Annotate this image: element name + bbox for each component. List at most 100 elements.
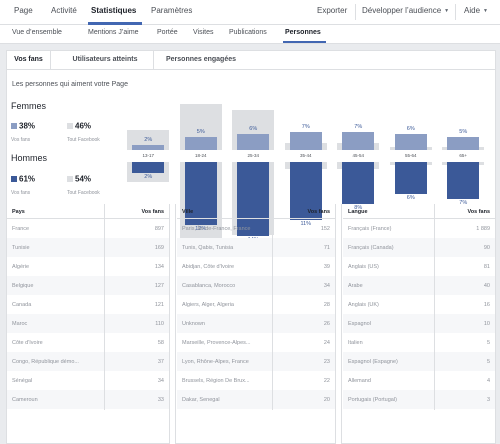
tab-utilisateurs-atteints[interactable]: Utilisateurs atteints bbox=[57, 51, 153, 69]
countries-table: Pays Vos fans France 897 Tunisie 169 Algérie 13… bbox=[7, 204, 169, 410]
nav-parametres[interactable]: Paramètres bbox=[151, 6, 192, 15]
row-name: Arabe bbox=[348, 283, 363, 289]
row-fans-count: 24 bbox=[323, 340, 330, 346]
table-row: Sénégal 34 bbox=[7, 371, 169, 390]
men-label: Hommes bbox=[11, 153, 48, 163]
table-header: Langue Vos fans bbox=[343, 204, 495, 219]
table-divider bbox=[335, 204, 342, 444]
column-header-fans[interactable]: Vos fans bbox=[307, 209, 330, 215]
men-fans-bar[interactable] bbox=[342, 162, 375, 205]
row-fans-count: 33 bbox=[157, 397, 164, 403]
row-name: Tunis, Qabis, Tunisia bbox=[182, 245, 234, 251]
men-fans-caption: Vos fans bbox=[11, 190, 31, 196]
table-row: Abidjan, Côte d'Ivoire 39 bbox=[177, 257, 335, 276]
row-fans-count: 5 bbox=[486, 359, 490, 365]
column-divider bbox=[272, 204, 273, 410]
row-name: Espagnol bbox=[348, 321, 371, 327]
row-fans-count: 34 bbox=[323, 283, 330, 289]
tab-vos-fans[interactable]: Vos fans bbox=[7, 51, 51, 69]
languages-table: Langue Vos fans Français (France) 1 889 Fran… bbox=[343, 204, 495, 410]
column-header-name[interactable]: Langue bbox=[348, 209, 368, 215]
row-fans-count: 121 bbox=[154, 302, 164, 308]
table-row: Lyon, Rhône-Alpes, France 23 bbox=[177, 352, 335, 371]
table-row: Canada 121 bbox=[7, 295, 169, 314]
age-group-label: 45-54 bbox=[352, 153, 364, 158]
men-fans-value-label: 6% bbox=[406, 194, 415, 201]
subnav-visites[interactable]: Visites bbox=[193, 29, 214, 36]
developper-audience-menu[interactable]: Développer l’audience ▼ bbox=[362, 6, 449, 15]
row-name: Lyon, Rhône-Alpes, France bbox=[182, 359, 249, 365]
row-name: Marseille, Provence-Alpes... bbox=[182, 340, 251, 346]
women-fans-value-label: 5% bbox=[459, 128, 468, 135]
aide-label: Aide bbox=[464, 6, 481, 15]
nav-page[interactable]: Page bbox=[14, 6, 33, 15]
table-row: Unknown 26 bbox=[177, 314, 335, 333]
row-name: Allemand bbox=[348, 378, 371, 384]
table-header: Pays Vos fans bbox=[7, 204, 169, 219]
row-fans-count: 3 bbox=[486, 397, 490, 403]
table-row: Congo, République démo... 37 bbox=[7, 352, 169, 371]
row-fans-count: 110 bbox=[155, 321, 164, 327]
women-fans-value-label: 5% bbox=[196, 128, 205, 135]
nav-statistiques[interactable]: Statistiques bbox=[91, 6, 136, 15]
row-name: Dakar, Senegal bbox=[182, 397, 220, 403]
women-fans-bar[interactable] bbox=[447, 136, 480, 150]
table-row: Français (Canada) 90 bbox=[343, 238, 495, 257]
row-fans-count: 22 bbox=[323, 378, 330, 384]
men-fans-bar[interactable] bbox=[132, 162, 165, 173]
women-fans-bar[interactable] bbox=[342, 131, 375, 150]
table-row: Algérie 134 bbox=[7, 257, 169, 276]
women-fans-legend: 38% Vos fans bbox=[11, 117, 35, 143]
women-facebook-swatch bbox=[67, 122, 73, 129]
column-header-name[interactable]: Ville bbox=[182, 209, 193, 215]
row-fans-count: 39 bbox=[323, 264, 330, 270]
table-row: Allemand 4 bbox=[343, 371, 495, 390]
subnav-publications[interactable]: Publications bbox=[229, 29, 267, 36]
men-fans-legend: 61% Vos fans bbox=[11, 170, 35, 196]
women-fans-bar[interactable] bbox=[184, 136, 217, 150]
row-name: Portugais (Portugal) bbox=[348, 397, 397, 403]
subnav-portee[interactable]: Portée bbox=[157, 29, 178, 36]
women-fans-value-label: 6% bbox=[406, 126, 415, 133]
subnav-mentions-jaime[interactable]: Mentions J’aime bbox=[88, 29, 139, 36]
table-header: Ville Vos fans bbox=[177, 204, 335, 219]
row-fans-count: 127 bbox=[154, 283, 164, 289]
table-row: Maroc 110 bbox=[7, 314, 169, 333]
developper-audience-label: Développer l’audience bbox=[362, 6, 442, 15]
women-fans-bar[interactable] bbox=[237, 134, 270, 150]
aide-menu[interactable]: Aide ▼ bbox=[464, 6, 488, 15]
row-fans-count: 4 bbox=[486, 378, 490, 384]
men-fans-bar[interactable] bbox=[447, 162, 480, 199]
row-name: Canada bbox=[12, 302, 32, 308]
women-facebook-pct: 46% bbox=[75, 121, 92, 131]
row-fans-count: 897 bbox=[154, 226, 164, 232]
subnav-active-indicator bbox=[283, 41, 326, 43]
table-row: Algiers, Alger, Algeria 28 bbox=[177, 295, 335, 314]
age-group-label: 18-24 bbox=[194, 153, 207, 158]
row-fans-count: 58 bbox=[157, 340, 164, 346]
subnav-vue-ensemble[interactable]: Vue d’ensemble bbox=[12, 29, 62, 36]
women-fans-bar[interactable] bbox=[394, 134, 427, 150]
women-label: Femmes bbox=[11, 101, 47, 111]
nav-activite[interactable]: Activité bbox=[51, 6, 77, 15]
column-header-fans[interactable]: Vos fans bbox=[141, 209, 164, 215]
section-title: Les personnes qui aiment votre Page bbox=[12, 81, 128, 88]
tab-personnes-engagees[interactable]: Personnes engagées bbox=[154, 51, 248, 69]
women-fans-bar[interactable] bbox=[289, 131, 322, 150]
column-header-fans[interactable]: Vos fans bbox=[467, 209, 490, 215]
row-fans-count: 40 bbox=[483, 283, 490, 289]
export-button[interactable]: Exporter bbox=[317, 6, 347, 15]
table-row: Italien 5 bbox=[343, 333, 495, 352]
table-row: Français (France) 1 889 bbox=[343, 219, 495, 238]
divider bbox=[355, 4, 356, 20]
row-fans-count: 34 bbox=[157, 378, 164, 384]
column-divider bbox=[104, 204, 105, 410]
table-row: Dakar, Senegal 20 bbox=[177, 390, 335, 409]
men-facebook-caption: Tout Facebook bbox=[67, 190, 100, 196]
column-header-name[interactable]: Pays bbox=[12, 209, 25, 215]
row-name: Côte d'Ivoire bbox=[12, 340, 43, 346]
women-fans-value-label: 6% bbox=[249, 126, 258, 133]
men-fans-bar[interactable] bbox=[394, 162, 427, 194]
table-row: Anglais (UK) 16 bbox=[343, 295, 495, 314]
subnav-personnes[interactable]: Personnes bbox=[285, 29, 321, 36]
